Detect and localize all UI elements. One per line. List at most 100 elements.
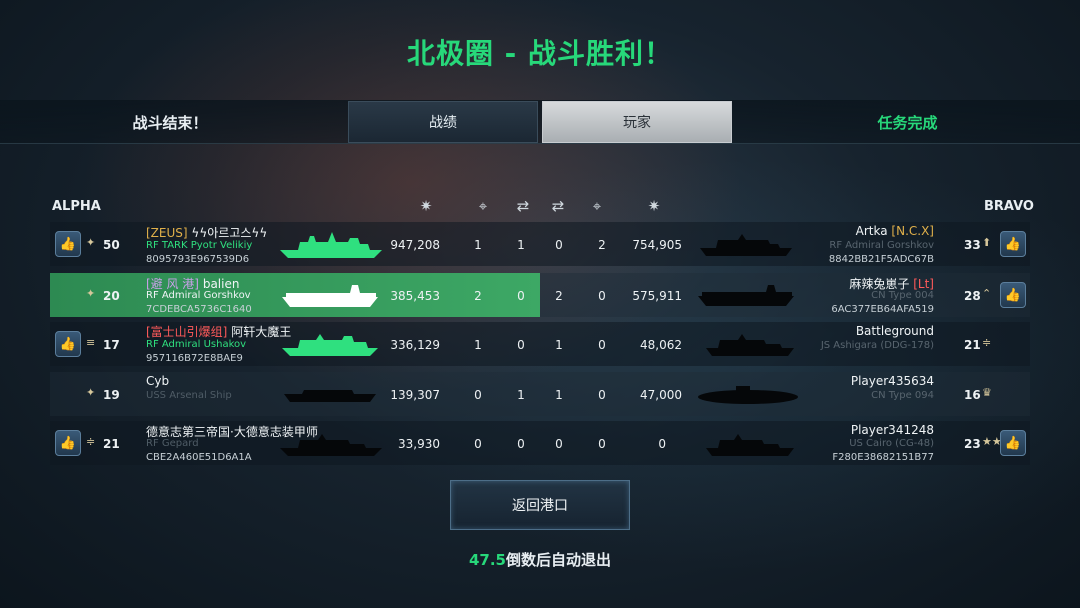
ship-silhouette [282, 285, 378, 307]
ship-silhouette [706, 334, 794, 356]
rank-icon: ≡ [86, 336, 96, 349]
rank-icon: ⬆ [982, 236, 992, 249]
assists-value: 0 [517, 338, 525, 352]
thumbs-up-icon: 👍 [1004, 435, 1022, 451]
clan-tag: [避 风 港] [146, 277, 199, 291]
player-name-text: 麻辣兔崽子 [849, 277, 910, 291]
ship-name: RF Admiral Gorshkov [829, 240, 934, 251]
player-level: 21 [964, 338, 981, 352]
rank-icon: ♛ [982, 386, 992, 399]
battle-end-label: 战斗结束！ [132, 114, 208, 132]
player-id: CBE2A460E51D6A1A [146, 452, 252, 463]
rank-icon: ≑ [86, 435, 96, 448]
player-level: 21 [103, 437, 120, 451]
player-name-text: balien [202, 277, 240, 291]
ship-silhouette [280, 232, 382, 258]
player-level: 16 [964, 388, 981, 402]
player-name: [ZEUS] ϟϟ아르고스ϟϟ [146, 224, 267, 241]
assists-value: 0 [517, 289, 525, 303]
team-bravo-label: BRAVO [984, 199, 1034, 214]
player-level: 20 [103, 289, 120, 303]
damage-value: 947,208 [390, 238, 440, 252]
kills-value: 0 [555, 238, 563, 252]
damage-icon: ✷ [647, 197, 661, 215]
kills-value: 2 [474, 289, 482, 303]
ship-silhouette [698, 386, 798, 404]
rank-icon: ≑ [982, 336, 992, 349]
damage-value: 47,000 [640, 388, 682, 402]
player-name-text: Artka [855, 224, 888, 238]
player-name: Artka [N.C.X] [856, 224, 934, 238]
handshake-icon: ⇄ [516, 197, 530, 215]
kills-value: 0 [474, 437, 482, 451]
player-id: F280E38682151B77 [832, 452, 934, 463]
player-id: 6AC377EB64AFA519 [831, 304, 934, 315]
return-to-port-button[interactable]: 返回港口 [450, 480, 630, 530]
player-name: Battleground [855, 324, 934, 338]
player-name: [富士山引爆组] 阿轩大魔王 [146, 323, 291, 340]
ship-silhouette [280, 434, 382, 456]
page-title: 北极圈 - 战斗胜利！ [406, 37, 674, 70]
tab-players[interactable]: 玩家 [542, 101, 732, 143]
ship-silhouette [700, 234, 792, 256]
rank-icon: ✦ [86, 386, 96, 399]
assists-value: 1 [517, 238, 525, 252]
thumbs-up-icon: 👍 [59, 435, 77, 451]
damage-value: 0 [658, 437, 666, 451]
kills-value: 1 [555, 338, 563, 352]
ship-name: JS Ashigara (DDG-178) [820, 340, 934, 351]
player-level: 23 [964, 437, 981, 451]
clan-tag: [富士山引爆组] [146, 325, 228, 339]
ship-silhouette [706, 434, 794, 456]
player-level: 28 [964, 289, 981, 303]
damage-icon: ✷ [419, 197, 433, 215]
clan-tag: [ZEUS] [146, 226, 188, 240]
player-level: 19 [103, 388, 120, 402]
like-button[interactable]: 👍 [55, 331, 81, 357]
like-button[interactable]: 👍 [55, 430, 81, 456]
rank-icon: ✦ [86, 236, 96, 249]
like-button[interactable]: 👍 [1000, 231, 1026, 257]
crosshair-icon: ⌖ [592, 197, 602, 215]
countdown-number: 47.5 [468, 551, 506, 569]
tab-stats[interactable]: 战绩 [348, 101, 538, 143]
like-button[interactable]: 👍 [1000, 430, 1026, 456]
player-id: 8095793E967539D6 [146, 254, 250, 265]
clan-tag: [Lt] [913, 277, 934, 291]
thumbs-up-icon: 👍 [59, 336, 77, 352]
damage-value: 48,062 [640, 338, 682, 352]
assists-value: 0 [517, 437, 525, 451]
assists-value: 0 [598, 388, 606, 402]
damage-value: 139,307 [390, 388, 440, 402]
like-button[interactable]: 👍 [1000, 282, 1026, 308]
handshake-icon: ⇄ [551, 197, 565, 215]
ship-name: USS Arsenal Ship [146, 390, 232, 401]
countdown-text: 47.5倒数后自动退出 [0, 549, 1080, 570]
like-button[interactable]: 👍 [55, 231, 81, 257]
damage-value: 754,905 [632, 238, 682, 252]
ship-silhouette [284, 390, 376, 402]
assists-value: 0 [598, 289, 606, 303]
kills-value: 1 [555, 388, 563, 402]
assists-value: 2 [598, 238, 606, 252]
ship-name: RF Admiral Gorshkov [146, 290, 251, 301]
thumbs-up-icon: 👍 [1004, 236, 1022, 252]
player-name: Player435634 [850, 374, 934, 388]
kills-value: 2 [555, 289, 563, 303]
player-id: 8842BB21F5ADC67B [828, 254, 934, 265]
damage-value: 575,911 [632, 289, 682, 303]
rank-icon: ✦ [86, 287, 96, 300]
ship-name: CN Type 004 [871, 290, 934, 301]
damage-value: 385,453 [390, 289, 440, 303]
damage-value: 33,930 [398, 437, 440, 451]
mission-complete-label: 任务完成 [877, 114, 938, 132]
kills-value: 0 [474, 388, 482, 402]
player-level: 33 [964, 238, 981, 252]
ship-name: US Cairo (CG-48) [849, 438, 934, 449]
player-id: 957116B72E8BAE9 [146, 353, 243, 364]
ship-silhouette [698, 285, 794, 306]
ship-name: RF Gepard [146, 438, 199, 449]
damage-value: 336,129 [390, 338, 440, 352]
team-alpha-label: ALPHA [52, 199, 101, 214]
rank-icon: ⌃ [982, 287, 992, 300]
